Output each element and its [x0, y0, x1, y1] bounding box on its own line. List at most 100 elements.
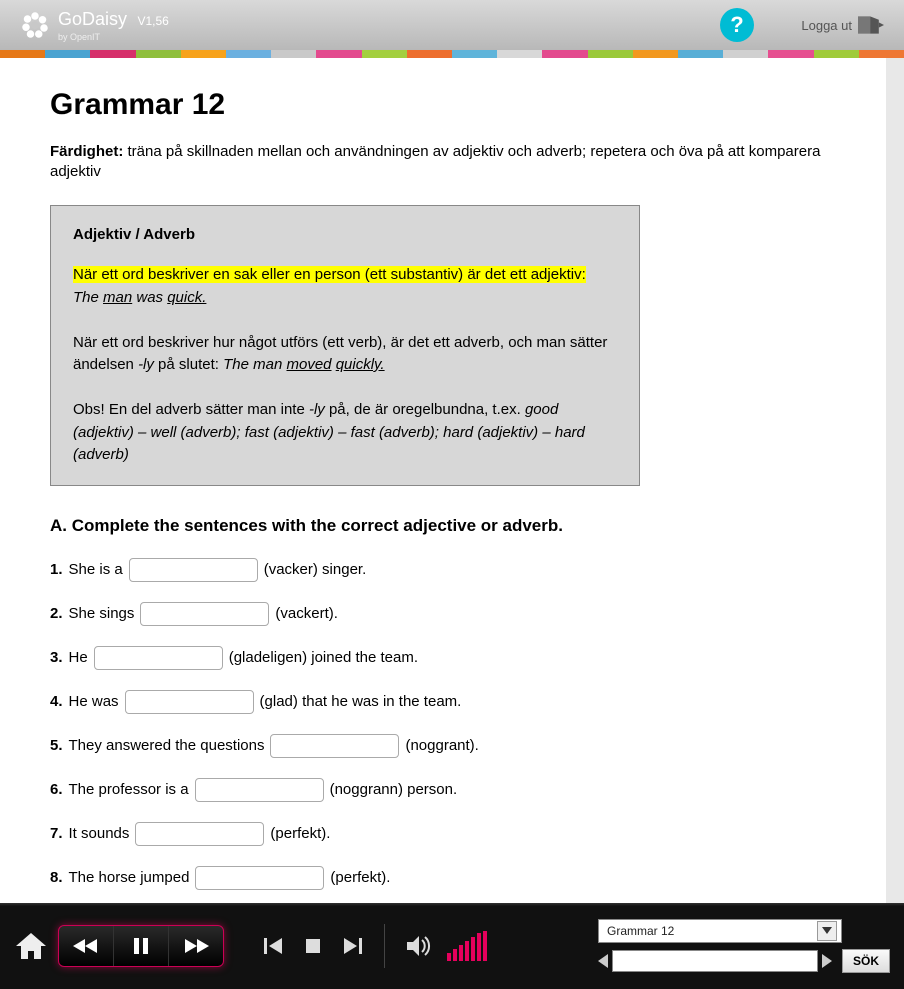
questions-list: 1. She is a (vacker) singer. 2. She sings (va…	[50, 558, 846, 890]
answer-input[interactable]	[135, 822, 264, 846]
logout-button[interactable]: Logga ut	[801, 14, 884, 36]
ex1-pre: The	[73, 289, 103, 306]
answer-input[interactable]	[140, 602, 269, 626]
question-pre: The horse jumped	[69, 869, 190, 886]
question-hint: (gladeligen) joined the team.	[229, 649, 418, 666]
info-heading: Adjektiv / Adverb	[73, 224, 617, 247]
question-number: 7.	[50, 825, 63, 842]
logout-label: Logga ut	[801, 18, 852, 33]
ex2-u1: moved	[286, 356, 331, 373]
answer-input[interactable]	[195, 866, 324, 890]
ex2-pre: The man	[223, 356, 286, 373]
question-hint: (noggrant).	[405, 737, 478, 754]
question-pre: They answered the questions	[69, 737, 265, 754]
question-hint: (noggrann) person.	[330, 781, 458, 798]
search-next-button[interactable]	[822, 954, 832, 968]
app-header: GoDaisy V1,56 by OpenIT ? Logga ut	[0, 0, 904, 50]
skill-text: träna på skillnaden mellan och användnin…	[50, 143, 820, 180]
rewind-button[interactable]	[59, 926, 114, 966]
content-scroll[interactable]: Grammar 12 Färdighet: träna på skillnade…	[0, 58, 886, 903]
info-line-2: När ett ord beskriver hur något utförs (…	[73, 332, 617, 377]
l2ly: -ly	[138, 356, 154, 373]
search-button[interactable]: SÖK	[842, 949, 890, 973]
question-pre: It sounds	[69, 825, 130, 842]
question-pre: She sings	[69, 605, 135, 622]
answer-input[interactable]	[129, 558, 258, 582]
brand-name: GoDaisy	[58, 9, 127, 29]
stop-button[interactable]	[302, 935, 324, 957]
search-row: SÖK	[598, 949, 890, 973]
content-frame: Grammar 12 Färdighet: träna på skillnade…	[0, 58, 904, 903]
question-number: 8.	[50, 869, 63, 886]
question-number: 5.	[50, 737, 63, 754]
question-row: 3. He (gladeligen) joined the team.	[50, 646, 846, 670]
question-number: 4.	[50, 693, 63, 710]
answer-input[interactable]	[125, 690, 254, 714]
question-row: 1. She is a (vacker) singer.	[50, 558, 846, 582]
ex2-u2: quickly.	[336, 356, 385, 373]
question-pre: He was	[69, 693, 119, 710]
search-prev-button[interactable]	[598, 954, 608, 968]
note-b: på, de är oregelbundna, t.ex.	[325, 401, 525, 418]
question-pre: The professor is a	[69, 781, 189, 798]
chapter-combo[interactable]: Grammar 12	[598, 919, 842, 943]
question-pre: She is a	[69, 561, 123, 578]
help-button[interactable]: ?	[720, 8, 754, 42]
note-ly: -ly	[309, 401, 325, 418]
transport-controls	[262, 935, 364, 957]
question-hint: (vacker) singer.	[264, 561, 367, 578]
answer-input[interactable]	[195, 778, 324, 802]
volume-bars[interactable]	[447, 931, 487, 961]
question-icon: ?	[730, 12, 743, 38]
ex1-u1: man	[103, 289, 132, 306]
question-row: 6. The professor is a (noggrann) person.	[50, 778, 846, 802]
player-bar: Grammar 12 SÖK	[0, 903, 904, 989]
question-row: 8. The horse jumped (perfekt).	[50, 866, 846, 890]
logout-icon	[858, 14, 884, 36]
speed-controls	[58, 925, 224, 967]
answer-input[interactable]	[94, 646, 223, 670]
byline: by OpenIT	[58, 32, 169, 42]
question-row: 4. He was (glad) that he was in the team.	[50, 690, 846, 714]
info-line-1: När ett ord beskriver en sak eller en pe…	[73, 264, 617, 309]
question-hint: (perfekt).	[330, 869, 390, 886]
prev-track-button[interactable]	[262, 935, 284, 957]
question-number: 3.	[50, 649, 63, 666]
next-track-button[interactable]	[342, 935, 364, 957]
page-title: Grammar 12	[50, 88, 846, 122]
skill-label: Färdighet:	[50, 143, 123, 160]
chapter-row: Grammar 12	[598, 919, 890, 943]
question-pre: He	[69, 649, 88, 666]
question-number: 1.	[50, 561, 63, 578]
question-hint: (glad) that he was in the team.	[260, 693, 462, 710]
divider	[384, 924, 385, 968]
note-a: Obs! En del adverb sätter man inte	[73, 401, 309, 418]
search-input[interactable]	[612, 950, 818, 972]
chevron-down-icon	[817, 921, 837, 941]
answer-input[interactable]	[270, 734, 399, 758]
question-number: 2.	[50, 605, 63, 622]
highlighted-rule: När ett ord beskriver en sak eller en pe…	[73, 266, 586, 283]
ex1-mid: was	[132, 289, 167, 306]
exercise-title: A. Complete the sentences with the corre…	[50, 516, 846, 536]
flower-icon	[20, 10, 50, 40]
version-label: V1,56	[137, 14, 168, 28]
rainbow-strip	[0, 50, 904, 58]
ex1-u2: quick.	[167, 289, 206, 306]
pause-button[interactable]	[114, 926, 169, 966]
volume-button[interactable]	[405, 933, 431, 959]
question-hint: (vackert).	[275, 605, 338, 622]
question-row: 7. It sounds (perfekt).	[50, 822, 846, 846]
info-box: Adjektiv / Adverb När ett ord beskriver …	[50, 205, 640, 486]
forward-button[interactable]	[169, 926, 223, 966]
question-number: 6.	[50, 781, 63, 798]
skill-line: Färdighet: träna på skillnaden mellan oc…	[50, 142, 846, 183]
l2b: på slutet:	[154, 356, 223, 373]
right-panel: Grammar 12 SÖK	[598, 919, 890, 973]
question-row: 5. They answered the questions (noggrant).	[50, 734, 846, 758]
info-note: Obs! En del adverb sätter man inte -ly p…	[73, 399, 617, 467]
logo-area: GoDaisy V1,56 by OpenIT	[20, 9, 169, 42]
home-button[interactable]	[14, 931, 48, 961]
question-hint: (perfekt).	[270, 825, 330, 842]
question-row: 2. She sings (vackert).	[50, 602, 846, 626]
